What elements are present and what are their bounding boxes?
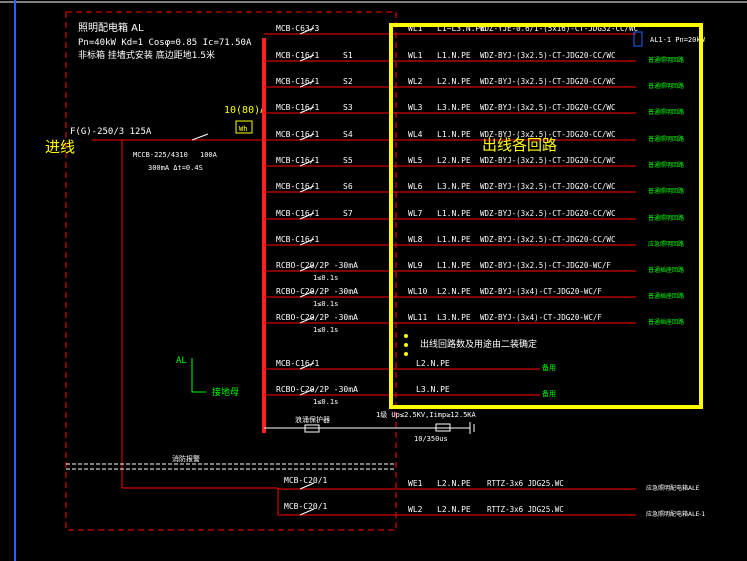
switch-label: S6 — [343, 182, 353, 191]
circuit-load: 普通照明回路 — [648, 108, 684, 116]
circuit-load: 普通照明回路 — [648, 187, 684, 195]
circuit-phase: L3.N.PE — [437, 182, 471, 191]
circuit-load: 普通照明回路 — [648, 161, 684, 169]
circuit-code: WL8 — [408, 235, 423, 244]
circuit-load: 应急照明回路 — [648, 240, 684, 248]
circuit-load: 普通照明回路 — [648, 135, 684, 143]
fire-circuit-phase: L2.N.PE — [437, 479, 471, 488]
spd-wire: 10/350us — [414, 435, 448, 443]
circuit-cable: WDZ-BYJ-(3x2.5)-CT-JDG20-CC/WC — [480, 209, 615, 218]
rcbo-trip-label: 1≤0.1s — [313, 398, 338, 406]
meter-rating: 10(80)A — [224, 105, 266, 116]
ground-label: 接地母 — [212, 386, 239, 398]
ground-line — [191, 358, 206, 393]
rcbo-trip-label: 1≤0.1s — [313, 274, 338, 282]
circuit-load: 普通插座回路 — [648, 318, 684, 326]
circuit-cable: WDZ-BYJ-(3x4)-CT-JDG20-WC/F — [480, 287, 602, 296]
rcbo-trip-label: 1≤0.1s — [313, 300, 338, 308]
continuation-dot — [404, 352, 408, 356]
circuit-cable: WDZ-BYJ-(3x2.5)-CT-JDG20-CC/WC — [480, 103, 615, 112]
circuit-code: WL5 — [408, 156, 423, 165]
main-breaker-label: MCCB-225/4310 — [133, 151, 188, 159]
spare-breaker-label: RCBO-C20/2P -30mA — [276, 385, 358, 394]
spd-label: 浪涌保护器 — [295, 415, 330, 424]
outgoing-label: 出线各回路 — [482, 136, 557, 154]
fire-breaker-label: MCB-C20/1 — [284, 502, 328, 511]
circuit-phase: L2.N.PE — [437, 287, 471, 296]
circuit-cable: WDZ-BYJ-(3x4)-CT-JDG20-WC/F — [480, 313, 602, 322]
circuit-phase: L3.N.PE — [437, 103, 471, 112]
spare-phase: L3.N.PE — [416, 385, 450, 394]
circuit-phase: L1.N.PE — [437, 235, 471, 244]
energy-meter-label: Wh — [239, 125, 247, 133]
circuit-code: WL10 — [408, 287, 427, 296]
circuit-cable: WDZ-BYJ-(3x2.5)-CT-JDG20-WC/F — [480, 261, 611, 270]
spare-load: 备用 — [542, 363, 556, 372]
switch-label: S1 — [343, 51, 353, 60]
circuit-phase: L1.N.PE — [437, 130, 471, 139]
spd-rating: 1级 Up≤2.5KV,Iimp≥12.5KA — [376, 410, 477, 419]
circuit-code: WL11 — [408, 313, 427, 322]
switch-label: S7 — [343, 209, 353, 218]
circuit-load: 普通照明回路 — [648, 56, 684, 64]
circuit-phase: L1.N.PE — [437, 261, 471, 270]
fire-circuit-cable: RTTZ-3x6 JDG25.WC — [487, 505, 564, 514]
circuit-breaker-label: RCBO-C20/2P -30mA — [276, 313, 358, 322]
circuits-layer: MCB-C63/3 WL1 L1~L3.N.PEWDZ-YJE-0.6/1-(5x1… — [264, 24, 706, 518]
main-breaker-rating: 100A — [200, 151, 218, 159]
circuit-cable: WDZ-BYJ-(3x2.5)-CT-JDG20-CC/WC — [480, 235, 615, 244]
panel-install-note: 非标箱 挂墙式安装 底边距地1.5米 — [78, 49, 215, 61]
spare-load: 备用 — [542, 389, 556, 398]
circuit-cable: WDZ-BYJ-(3x2.5)-CT-JDG20-CC/WC — [480, 156, 615, 165]
main-rcd-label: 300mA Δt=0.4S — [148, 164, 203, 172]
incoming-cable: F(G)-250/3 125A — [70, 127, 152, 137]
circuit-load: 普通照明回路 — [648, 82, 684, 90]
main-switch-blade — [191, 133, 209, 141]
circuit-code: WL6 — [408, 182, 423, 191]
fire-circuit-phase: L2.N.PE — [437, 505, 471, 514]
fire-circuit-cable: RTTZ-3x6 JDG25.WC — [487, 479, 564, 488]
circuit-load: 普通插座回路 — [648, 292, 684, 300]
continuation-dot — [404, 343, 408, 347]
circuit-breaker-label: RCBO-C20/2P -30mA — [276, 261, 358, 270]
fire-circuit-code: WE1 — [408, 479, 423, 488]
incoming-label: 进线 — [45, 138, 75, 156]
fire-breaker-label: MCB-C20/1 — [284, 476, 328, 485]
fire-circuit-code: WL2 — [408, 505, 423, 514]
circuit-breaker-label: RCBO-C20/2P -30mA — [276, 287, 358, 296]
switch-label: S2 — [343, 77, 353, 86]
circuit-code: WL2 — [408, 77, 423, 86]
wiring-diagram: 照明配电箱 AL Pn=40kW Kd=1 Cosφ=0.85 Ic=71.50… — [0, 0, 747, 561]
switch-label: S3 — [343, 103, 353, 112]
circuit-load: 普通插座回路 — [648, 266, 684, 274]
fire-section-label: 消防报警 — [172, 454, 200, 463]
circuit-phase: L2.N.PE — [437, 77, 471, 86]
circuit-code: WL3 — [408, 103, 423, 112]
circuit-code: WL7 — [408, 209, 423, 218]
circuit-phase: L1.N.PE — [437, 51, 471, 60]
spare-phase: L2.N.PE — [416, 359, 450, 368]
al-label: AL — [176, 356, 187, 366]
switch-label: S5 — [343, 156, 353, 165]
circuit-code: WL1 — [408, 51, 423, 60]
continuation-dot — [404, 334, 408, 338]
more-circuits-note: 出线回路数及用途由二装确定 — [420, 338, 537, 350]
rcbo-trip-label: 1≤0.1s — [313, 326, 338, 334]
panel-params: Pn=40kW Kd=1 Cosφ=0.85 Ic=71.50A — [78, 38, 252, 48]
circuit-phase: L3.N.PE — [437, 313, 471, 322]
circuit-load: AL1-1 Pn=20kW — [650, 36, 706, 44]
fire-circuit-load: 应急照明配电箱ALE-1 — [646, 510, 705, 518]
circuit-phase: L1.N.PE — [437, 209, 471, 218]
circuit-cable: WDZ-BYJ-(3x2.5)-CT-JDG20-CC/WC — [480, 77, 615, 86]
circuit-cable: WDZ-BYJ-(3x2.5)-CT-JDG20-CC/WC — [480, 182, 615, 191]
circuit-load: 普通照明回路 — [648, 214, 684, 222]
circuit-code: WL9 — [408, 261, 423, 270]
circuit-code: WL4 — [408, 130, 423, 139]
switch-label: S4 — [343, 130, 353, 139]
fire-circuit-load: 应急照明配电箱ALE — [646, 484, 699, 492]
circuit-phase: L2.N.PE — [437, 156, 471, 165]
circuit-cable: WDZ-BYJ-(3x2.5)-CT-JDG20-CC/WC — [480, 51, 615, 60]
panel-name: 照明配电箱 AL — [78, 21, 144, 34]
